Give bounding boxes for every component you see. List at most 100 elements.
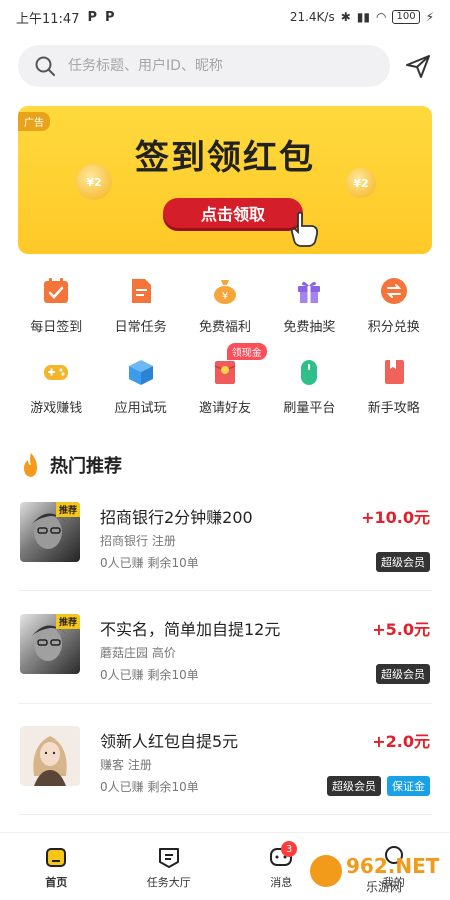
feature-label: 日常任务 (114, 320, 167, 335)
task-reward: +2.0元 (372, 732, 430, 751)
claim-button[interactable]: 点击领取 (163, 198, 303, 228)
feature-label: 每日签到 (30, 320, 83, 335)
wifi-icon: ◠ (375, 10, 387, 24)
nav-home[interactable]: 首页 (0, 833, 113, 900)
recommend-badge: 推荐 (55, 614, 80, 629)
recommend-badge: 推荐 (55, 502, 80, 517)
task-tags: 超级会员 保证金 (327, 776, 430, 796)
send-icon[interactable] (404, 52, 432, 80)
message-count-badge: 3 (281, 841, 297, 857)
promo-banner[interactable]: 广告 ¥2 ¥2 签到领红包 点击领取 (18, 106, 432, 254)
feature-free-lottery[interactable]: 免费抽奖 (267, 276, 351, 335)
feature-label: 邀请好友 (198, 401, 251, 416)
feature-app-trial[interactable]: 应用试玩 (98, 357, 182, 416)
divider (18, 703, 432, 704)
site-watermark: 962.NET 乐游网 (306, 846, 446, 896)
task-meta: 0人已赚 剩余10单 (100, 556, 199, 570)
task-title: 不实名，简单加自提12元 (100, 620, 281, 639)
status-bar: 上午11:47 P P 21.4K/s ✱ ▮▮ ◠ 100 ⚡ (0, 0, 450, 34)
parking-icon-2: P (105, 9, 115, 25)
network-speed: 21.4K/s (289, 10, 335, 24)
charging-icon: ⚡ (425, 10, 434, 24)
feature-game-earn[interactable]: 游戏赚钱 (14, 357, 98, 416)
nav-task-hall[interactable]: 任务大厅 (113, 833, 226, 900)
feature-label: 免费福利 (198, 320, 251, 335)
task-hall-icon (158, 847, 179, 868)
calendar-check-icon (44, 278, 69, 303)
search-input[interactable] (68, 58, 368, 74)
task-thumbnail: 推荐 (20, 614, 80, 674)
bottom-nav: 首页 任务大厅 3 消息 我的 962.NET 乐游网 (0, 832, 450, 900)
task-item[interactable]: 推荐 不实名，简单加自提12元 蘑菇庄园 高价 0人已赚 剩余10单 +5.0元… (18, 614, 432, 714)
hot-title: 热门推荐 (50, 456, 122, 477)
feature-free-welfare[interactable]: ¥ 免费福利 (183, 276, 267, 335)
task-title: 招商银行2分钟赚200 (100, 508, 253, 527)
divider (18, 590, 432, 591)
vip-tag: 超级会员 (376, 664, 430, 684)
status-left: 上午11:47 P P (16, 8, 115, 27)
task-title: 领新人红包自提5元 (100, 732, 239, 751)
feature-label: 免费抽奖 (283, 320, 336, 335)
watermark-text: 962.NET (346, 854, 440, 878)
task-thumbnail: 推荐 (20, 502, 80, 562)
vip-tag: 超级会员 (376, 552, 430, 572)
parking-icon: P (87, 9, 97, 25)
task-thumbnail (20, 726, 80, 786)
battery-indicator: 100 (392, 10, 420, 24)
hot-section-header: 热门推荐 (20, 452, 122, 478)
deposit-tag: 保证金 (387, 776, 430, 796)
feature-label: 应用试玩 (114, 401, 167, 416)
book-icon (384, 360, 404, 384)
task-subtitle: 蘑菇庄园 高价 (100, 646, 176, 660)
home-icon (46, 847, 67, 867)
nav-label: 首页 (45, 875, 68, 889)
feature-daily-checkin[interactable]: 每日签到 (14, 276, 98, 335)
nav-label: 任务大厅 (146, 875, 191, 889)
search-row (18, 44, 432, 88)
task-item[interactable]: 推荐 招商银行2分钟赚200 招商银行 注册 0人已赚 剩余10单 +10.0元… (18, 502, 432, 602)
avatar-image (33, 736, 67, 786)
feature-grid: 每日签到 日常任务 ¥ 免费福利 免费抽奖 积分兑换 游戏赚钱 应用试玩 领现金… (14, 276, 436, 416)
task-reward: +10.0元 (361, 508, 430, 527)
feature-traffic-platform[interactable]: 刷量平台 (267, 357, 351, 416)
watermark-logo: 962.NET 乐游网 (310, 854, 440, 894)
feature-label: 刷量平台 (283, 401, 336, 416)
cash-badge: 领现金 (226, 343, 267, 360)
fire-icon (24, 453, 37, 477)
task-meta: 0人已赚 剩余10单 (100, 668, 199, 682)
feature-label: 积分兑换 (367, 320, 420, 335)
feature-daily-tasks[interactable]: 日常任务 (98, 276, 182, 335)
banner-title: 签到领红包 (135, 138, 315, 178)
bluetooth-icon: ✱ (340, 10, 351, 24)
mouse-icon (301, 360, 318, 385)
search-box[interactable] (18, 45, 390, 87)
gift-icon (298, 281, 321, 303)
task-subtitle: 招商银行 注册 (100, 534, 176, 548)
pointing-hand-icon (290, 211, 319, 247)
task-tags: 超级会员 (376, 664, 430, 684)
money-bag-icon: ¥ (213, 280, 236, 304)
red-envelope-icon (214, 361, 236, 384)
ad-label: 广告 (18, 112, 50, 131)
task-meta: 0人已赚 剩余10单 (100, 780, 199, 794)
feature-label: 游戏赚钱 (30, 401, 83, 416)
feature-invite-friends[interactable]: 领现金 邀请好友 (183, 343, 267, 416)
nav-label: 消息 (270, 875, 293, 889)
feature-points-exchange[interactable]: 积分兑换 (352, 276, 436, 335)
document-icon (131, 279, 151, 303)
cube-icon (128, 360, 153, 385)
vip-tag: 超级会员 (327, 776, 381, 796)
status-time: 上午11:47 (16, 11, 80, 27)
task-subtitle: 赚客 注册 (100, 758, 152, 772)
watermark-sub: 乐游网 (366, 880, 402, 894)
divider (18, 814, 432, 815)
task-tags: 超级会员 (376, 552, 430, 572)
feature-beginner-guide[interactable]: 新手攻略 (352, 357, 436, 416)
search-icon (35, 56, 55, 76)
status-right: 21.4K/s ✱ ▮▮ ◠ 100 ⚡ (290, 10, 434, 24)
exchange-icon (380, 278, 407, 304)
signal-icon: ▮▮ (356, 10, 370, 24)
task-reward: +5.0元 (372, 620, 430, 639)
task-item[interactable]: 领新人红包自提5元 赚客 注册 0人已赚 剩余10单 +2.0元 超级会员 保证… (18, 726, 432, 826)
gamepad-icon (44, 365, 69, 380)
